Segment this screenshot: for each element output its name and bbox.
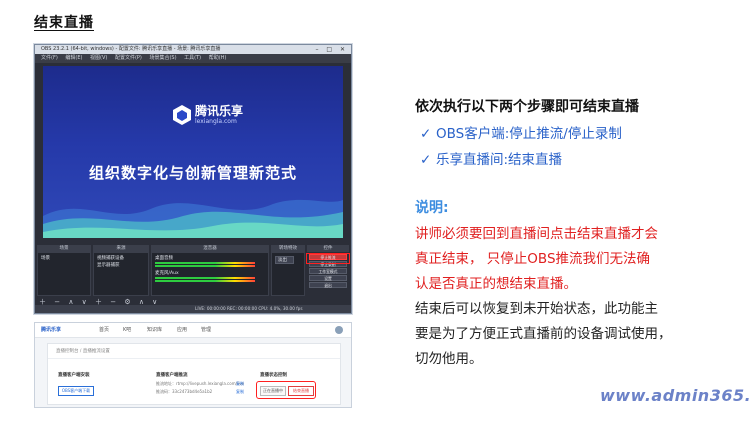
nav-home[interactable]: 首页 bbox=[99, 323, 109, 337]
breadcrumb: 直播控制台 / 直播推流设置 bbox=[56, 349, 110, 354]
push-url: 推流地址：rtmp://livepush.lexiangla.com/live bbox=[156, 381, 244, 386]
obs-statusbar: LIVE: 00:00:00 REC: 00:00:00 CPU: 4.0%, … bbox=[35, 305, 351, 313]
settings-button[interactable]: 设置 bbox=[309, 275, 347, 281]
step-text: 乐享直播间:结束直播 bbox=[436, 152, 563, 168]
step-text: OBS客户端:停止推流/停止录制 bbox=[436, 126, 622, 142]
web-card: 直播控制台 / 直播推流设置 直播客户端安装 OBS客户端下载 直播客户端推流 … bbox=[47, 343, 341, 405]
menu-edit[interactable]: 编辑(E) bbox=[65, 55, 82, 61]
preview-logo-text: 腾讯乐享 bbox=[195, 104, 244, 118]
note-line: 结束后可以恢复到未开始状态，此功能主 bbox=[415, 301, 658, 317]
web-console: 腾讯乐享 首页 K吧 知识库 应用 管理 直播控制台 / 直播推流设置 直播客户… bbox=[34, 322, 352, 408]
note-line: 要是为了方便正式直播前的设备调试使用， bbox=[415, 326, 672, 342]
status-text: LIVE: 00:00:00 REC: 00:00:00 CPU: 4.0%, … bbox=[195, 306, 303, 311]
preview-logo-sub: lexiangla.com bbox=[195, 118, 237, 125]
window-controls-icon[interactable]: – □ ✕ bbox=[315, 46, 348, 53]
step-item: ✓ 乐享直播间:结束直播 bbox=[420, 148, 562, 168]
obs-preview: 腾讯乐享 lexiangla.com 组织数字化与创新管理新范式 bbox=[43, 66, 343, 238]
check-icon: ✓ bbox=[420, 152, 432, 168]
push-key: 推流码：33c2473bd4e5a1b2 bbox=[156, 389, 213, 394]
transition-select[interactable]: 淡出 bbox=[275, 256, 294, 264]
web-navbar: 腾讯乐享 首页 K吧 知识库 应用 管理 bbox=[35, 323, 351, 338]
nav-apps[interactable]: 应用 bbox=[177, 323, 187, 337]
menu-help[interactable]: 帮助(H) bbox=[209, 55, 227, 61]
watermark: www.admin365.cn bbox=[600, 386, 750, 405]
obs-download-button[interactable]: OBS客户端下载 bbox=[58, 386, 94, 396]
transitions-panel: 淡出 bbox=[271, 252, 305, 296]
stop-highlight-box bbox=[306, 253, 350, 264]
menu-view[interactable]: 视图(V) bbox=[90, 55, 107, 61]
source-item[interactable]: 显示器捕获 bbox=[97, 262, 120, 268]
note-line: 讲师必须要回到直播间点击结束直播才会 bbox=[415, 226, 658, 242]
mixer-title: 混音器 bbox=[151, 245, 269, 252]
scenes-panel: 场景 bbox=[37, 252, 91, 296]
step-item: ✓ OBS客户端:停止推流/停止录制 bbox=[420, 122, 622, 142]
slide-title: 结束直播 bbox=[34, 15, 94, 31]
mixer-track-label: 桌面音频 bbox=[155, 256, 173, 261]
menu-tools[interactable]: 工具(T) bbox=[184, 55, 201, 61]
pusher-label: 直播客户端安装 bbox=[58, 373, 90, 378]
obs-menubar: 文件(F) 编辑(E) 视图(V) 配置文件(P) 场景集合(S) 工具(T) … bbox=[35, 54, 351, 63]
transitions-title: 转场特效 bbox=[271, 245, 305, 252]
steps-heading: 依次执行以下两个步骤即可结束直播 bbox=[415, 99, 639, 115]
audio-meter bbox=[155, 265, 255, 267]
check-icon: ✓ bbox=[420, 126, 432, 142]
nav-kbar[interactable]: K吧 bbox=[123, 323, 131, 337]
audio-meter bbox=[155, 262, 255, 264]
web-brand[interactable]: 腾讯乐享 bbox=[41, 323, 61, 337]
source-item[interactable]: 视频捕获设备 bbox=[97, 255, 124, 261]
scene-item[interactable]: 场景 bbox=[41, 255, 50, 261]
obs-titlebar: OBS 23.2.1 (64-bit, windows) - 配置文件: 腾讯乐… bbox=[35, 45, 351, 54]
divider bbox=[48, 358, 340, 359]
note-line: 真正结束， 只停止OBS推流我们无法确 bbox=[415, 251, 651, 267]
lexiang-logo-icon bbox=[173, 105, 191, 125]
sources-panel: 视频捕获设备 显示器捕获 bbox=[93, 252, 149, 296]
push-addr-label: 直播客户端推流 bbox=[156, 373, 188, 378]
avatar[interactable] bbox=[335, 326, 343, 334]
controls-title: 控件 bbox=[307, 245, 349, 252]
nav-knowledge[interactable]: 知识库 bbox=[147, 323, 162, 337]
studio-mode-button[interactable]: 工作室模式 bbox=[309, 268, 347, 274]
menu-file[interactable]: 文件(F) bbox=[41, 55, 58, 61]
obs-window: OBS 23.2.1 (64-bit, windows) - 配置文件: 腾讯乐… bbox=[34, 44, 352, 314]
status-control-label: 直播状态控制 bbox=[260, 373, 287, 378]
note-label: 说明: bbox=[415, 200, 449, 216]
nav-admin[interactable]: 管理 bbox=[201, 323, 211, 337]
end-highlight-box bbox=[256, 381, 316, 399]
mixer-track-label: 麦克风/Aux bbox=[155, 271, 179, 276]
note-line: 认是否真正的想结束直播。 bbox=[415, 276, 577, 292]
copy-url-link[interactable]: 复制 bbox=[236, 381, 244, 387]
scenes-title: 场景 bbox=[37, 245, 91, 252]
mixer-panel: 桌面音频 麦克风/Aux bbox=[151, 252, 269, 296]
sources-title: 来源 bbox=[93, 245, 149, 252]
menu-scene-collection[interactable]: 场景集合(S) bbox=[149, 55, 176, 61]
preview-waves bbox=[43, 199, 343, 238]
copy-key-link[interactable]: 复制 bbox=[236, 389, 244, 395]
obs-dock: 场景 场景 ＋ − ∧ ∨ 来源 视频捕获设备 显示器捕获 ＋ − ⚙ ∧ ∨ … bbox=[35, 245, 351, 313]
preview-slogan: 组织数字化与创新管理新范式 bbox=[88, 164, 297, 182]
audio-meter bbox=[155, 280, 255, 282]
menu-profile[interactable]: 配置文件(P) bbox=[115, 55, 142, 61]
note-line: 切勿他用。 bbox=[415, 351, 483, 367]
audio-meter bbox=[155, 277, 255, 279]
exit-button[interactable]: 退出 bbox=[309, 282, 347, 288]
